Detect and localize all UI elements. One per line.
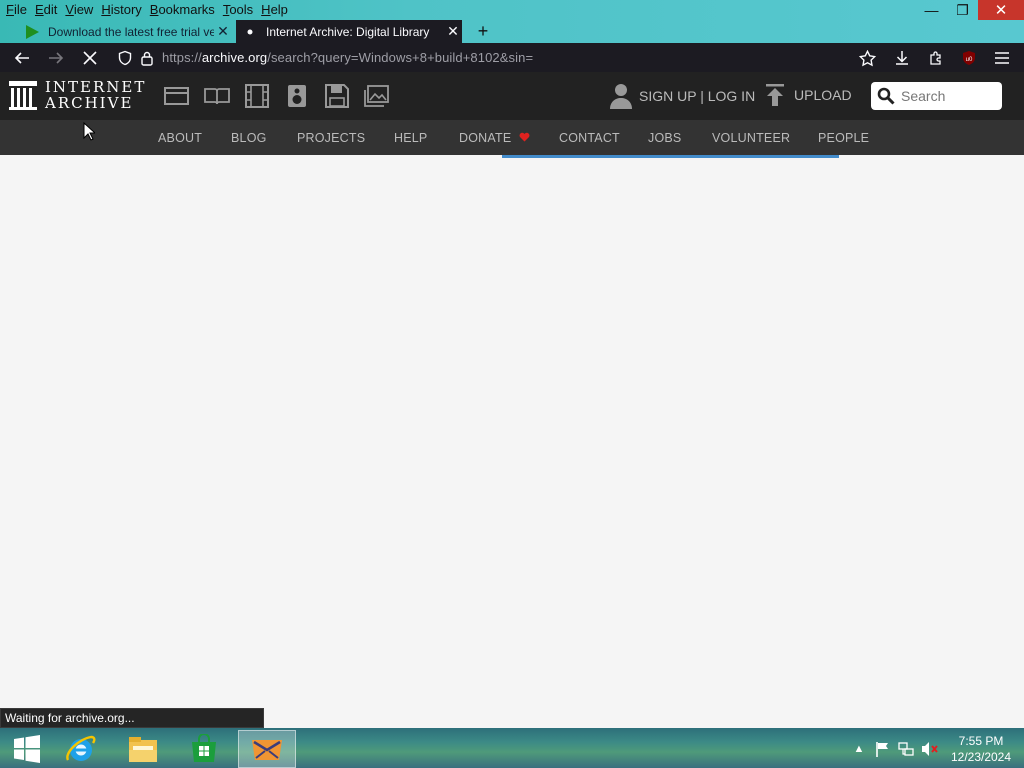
nav-volunteer[interactable]: VOLUNTEER: [712, 131, 790, 145]
network-icon[interactable]: [897, 740, 915, 758]
sign-up-log-in-label: SIGN UP | LOG IN: [639, 88, 756, 104]
upload-label: UPLOAD: [794, 87, 852, 103]
close-window-button[interactable]: ✕: [978, 0, 1024, 20]
texts-book-icon[interactable]: [204, 84, 230, 108]
nav-blog[interactable]: BLOG: [231, 131, 267, 145]
extensions-icon[interactable]: [925, 47, 947, 69]
account-link[interactable]: SIGN UP | LOG IN: [610, 83, 755, 109]
web-archive-icon[interactable]: [164, 84, 190, 108]
nav-contact[interactable]: CONTACT: [559, 131, 620, 145]
menu-file-accel: F: [6, 2, 14, 17]
bookmark-star-icon[interactable]: [856, 47, 878, 69]
page-content-area: [0, 155, 1024, 728]
menu-file[interactable]: File: [2, 0, 31, 20]
stop-loading-icon[interactable]: [79, 47, 101, 69]
tab-label: Download the latest free trial ve: [48, 24, 214, 39]
minimize-button[interactable]: —: [916, 0, 947, 20]
tracking-shield-icon[interactable]: [114, 47, 136, 69]
menu-bookmarks[interactable]: Bookmarks: [146, 0, 219, 20]
action-center-flag-icon[interactable]: [873, 740, 891, 758]
ia-logo[interactable]: INTERNET ARCHIVE: [9, 79, 146, 111]
menu-history-accel: H: [101, 2, 111, 17]
nav-about[interactable]: ABOUT: [158, 131, 202, 145]
menu-help-label: elp: [270, 2, 288, 17]
downloads-icon[interactable]: [891, 47, 913, 69]
menu-edit-label: dit: [43, 2, 58, 17]
clock-date: 12/23/2024: [950, 750, 1012, 764]
ia-logo-line2: ARCHIVE: [45, 94, 134, 112]
new-tab-button[interactable]: +: [472, 20, 494, 43]
nav-donate-label: DONATE: [459, 131, 512, 145]
search-input[interactable]: [901, 88, 997, 104]
navigation-toolbar: https://archive.org/search?query=Windows…: [0, 43, 1024, 72]
mouse-cursor-icon: [83, 122, 95, 141]
menu-view-label: iew: [73, 2, 94, 17]
tab-strip: Download the latest free trial ve ✕ Inte…: [0, 20, 1024, 43]
back-arrow-icon[interactable]: [11, 47, 33, 69]
menu-view[interactable]: View: [61, 0, 97, 20]
firefox-icon[interactable]: [238, 730, 296, 768]
restore-button[interactable]: ❐: [947, 0, 978, 20]
clock-time: 7:55 PM: [958, 734, 1004, 748]
nav-projects[interactable]: PROJECTS: [297, 131, 365, 145]
nav-donate[interactable]: DONATE: [459, 131, 530, 145]
images-gallery-icon[interactable]: [364, 84, 390, 108]
user-avatar-icon: [610, 84, 632, 109]
url-path: /search?query=Windows+8+build+8102&sin=: [267, 50, 534, 65]
start-icon[interactable]: [0, 730, 54, 768]
tab-internet-archive[interactable]: Internet Archive: Digital Library ✕: [236, 20, 462, 43]
loading-dot-icon: [242, 24, 258, 40]
window-title-bar: File Edit View History Bookmarks Tools H…: [0, 0, 1024, 20]
hamburger-menu-icon[interactable]: [991, 47, 1013, 69]
upload-link[interactable]: UPLOAD: [764, 83, 852, 107]
ia-temple-icon: [9, 81, 37, 110]
tab-close-icon[interactable]: ✕: [214, 23, 232, 40]
nav-help[interactable]: HELP: [394, 131, 427, 145]
menu-view-accel: V: [65, 2, 74, 17]
url-field[interactable]: https://archive.org/search?query=Windows…: [162, 50, 533, 65]
status-panel: Waiting for archive.org...: [0, 708, 264, 728]
search-box: [871, 82, 1002, 110]
menu-history-label: istory: [110, 2, 142, 17]
store-icon[interactable]: [177, 730, 231, 768]
tab-close-icon[interactable]: ✕: [444, 23, 462, 40]
svg-text:u0: u0: [966, 57, 973, 63]
ia-logo-line1: INTERNET: [45, 78, 147, 96]
menu-bookmarks-label: ookmarks: [158, 2, 215, 17]
menu-tools-label: ools: [229, 2, 254, 17]
forward-arrow-icon[interactable]: [45, 47, 67, 69]
url-host: archive.org: [201, 50, 268, 65]
heart-icon: [519, 132, 530, 142]
nav-people[interactable]: PEOPLE: [818, 131, 869, 145]
menu-history[interactable]: History: [97, 0, 145, 20]
tab-label: Internet Archive: Digital Library: [266, 24, 430, 39]
window-controls: — ❐ ✕: [916, 0, 1024, 20]
show-hidden-icons-icon[interactable]: ▲: [850, 740, 868, 758]
software-floppy-icon[interactable]: [324, 84, 350, 108]
play-triangle-icon: [24, 24, 40, 40]
menu-bar: File Edit View History Bookmarks Tools H…: [0, 0, 292, 20]
volume-muted-icon[interactable]: [921, 740, 939, 758]
internet-explorer-icon[interactable]: [54, 730, 108, 768]
ublock-origin-icon[interactable]: u0: [958, 47, 980, 69]
url-scheme: https://: [162, 50, 202, 65]
menu-tools[interactable]: Tools: [219, 0, 257, 20]
taskbar-clock[interactable]: 7:55 PM 12/23/2024: [944, 733, 1018, 765]
menu-file-label: ile: [13, 2, 27, 17]
audio-speaker-icon[interactable]: [284, 84, 310, 108]
menu-help-accel: H: [261, 2, 271, 17]
tab-download-trial[interactable]: Download the latest free trial ve ✕: [18, 20, 232, 43]
video-film-icon[interactable]: [244, 84, 270, 108]
ia-logo-text: INTERNET ARCHIVE: [45, 79, 146, 111]
nav-jobs[interactable]: JOBS: [648, 131, 681, 145]
lock-icon[interactable]: [136, 47, 158, 69]
menu-help[interactable]: Help: [257, 0, 292, 20]
menu-edit[interactable]: Edit: [31, 0, 61, 20]
loading-progress-bar: [502, 155, 839, 158]
file-explorer-icon[interactable]: [116, 730, 170, 768]
upload-arrow-icon: [766, 84, 784, 106]
search-icon: [877, 87, 895, 105]
menu-edit-accel: E: [34, 2, 44, 17]
